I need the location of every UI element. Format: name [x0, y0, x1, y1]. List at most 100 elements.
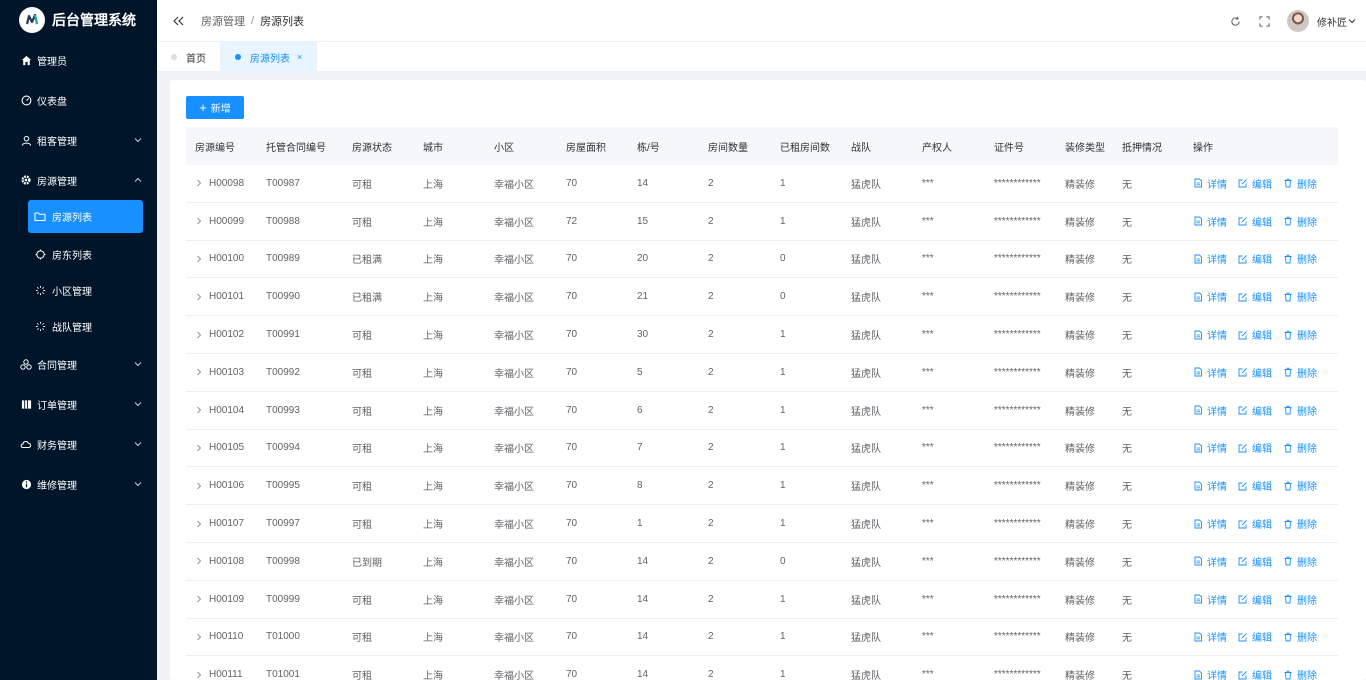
table-row[interactable]: H00099 T00988 可租 上海 幸福小区 72 15 2 1 猛虎队 *** ********…	[186, 203, 1338, 241]
edit-button[interactable]: 编辑	[1238, 289, 1272, 304]
delete-button[interactable]: 删除	[1283, 365, 1317, 380]
edit-button[interactable]: 编辑	[1238, 403, 1272, 418]
detail-button[interactable]: 详情	[1193, 289, 1227, 304]
sidebar-item-admin[interactable]: 管理员	[0, 40, 157, 80]
edit-button[interactable]: 编辑	[1238, 440, 1272, 455]
delete-button[interactable]: 删除	[1283, 667, 1317, 680]
delete-button[interactable]: 删除	[1283, 176, 1317, 191]
edit-button[interactable]: 编辑	[1238, 592, 1272, 607]
avatar[interactable]	[1287, 10, 1309, 32]
table-row[interactable]: H00098 T00987 可租 上海 幸福小区 70 14 2 1 猛虎队 *** ********…	[186, 165, 1338, 203]
sidebar-item-tenants[interactable]: 租客管理	[0, 120, 157, 160]
detail-button[interactable]: 详情	[1193, 214, 1227, 229]
sidebar-item-listings[interactable]: 房源管理	[0, 160, 157, 200]
close-icon[interactable]: ×	[297, 52, 302, 62]
edit-button[interactable]: 编辑	[1238, 478, 1272, 493]
expand-row-icon[interactable]	[195, 633, 203, 641]
table-cell: 精装修	[1065, 293, 1095, 305]
delete-button[interactable]: 删除	[1283, 516, 1317, 531]
table-row[interactable]: H00101 T00990 已租满 上海 幸福小区 70 21 2 0 猛虎队 *** *******…	[186, 278, 1338, 317]
expand-row-icon[interactable]	[195, 482, 203, 490]
table-cell: 无	[1122, 331, 1132, 343]
detail-button[interactable]: 详情	[1193, 440, 1227, 455]
detail-button[interactable]: 详情	[1193, 403, 1227, 418]
table-row[interactable]: H00107 T00997 可租 上海 幸福小区 70 1 2 1 猛虎队 *** *********…	[186, 505, 1338, 543]
delete-button[interactable]: 删除	[1283, 214, 1317, 229]
listing-id: H00102	[209, 329, 245, 341]
detail-button[interactable]: 详情	[1193, 592, 1227, 607]
table-row[interactable]: H00106 T00995 可租 上海 幸福小区 70 8 2 1 猛虎队 *** *********…	[186, 467, 1338, 506]
edit-button[interactable]: 编辑	[1238, 516, 1272, 531]
table-row[interactable]: H00111 T01001 可租 上海 幸福小区 70 14 2 1 猛虎队 *** ********…	[186, 656, 1338, 680]
table-row[interactable]: H00109 T00999 可租 上海 幸福小区 70 14 2 1 猛虎队 *** ********…	[186, 581, 1338, 619]
expand-row-icon[interactable]	[195, 444, 203, 452]
detail-button[interactable]: 详情	[1193, 365, 1227, 380]
detail-button[interactable]: 详情	[1193, 554, 1227, 569]
expand-row-icon[interactable]	[195, 368, 203, 376]
expand-row-icon[interactable]	[195, 293, 203, 301]
edit-button[interactable]: 编辑	[1238, 251, 1272, 266]
table-row[interactable]: H00102 T00991 可租 上海 幸福小区 70 30 2 1 猛虎队 *** ********…	[186, 316, 1338, 354]
edit-button[interactable]: 编辑	[1238, 214, 1272, 229]
sidebar-item-dashboard[interactable]: 仪表盘	[0, 80, 157, 120]
detail-button[interactable]: 详情	[1193, 516, 1227, 531]
sidebar-subitem-landlords[interactable]: 房东列表	[28, 236, 143, 272]
user-name[interactable]: 修补匠	[1317, 14, 1347, 29]
expand-row-icon[interactable]	[195, 331, 203, 339]
sidebar-item-contracts[interactable]: 合同管理	[0, 344, 157, 384]
expand-row-icon[interactable]	[195, 217, 203, 225]
table-cell: 幸福小区	[494, 368, 534, 380]
sidebar-item-finance[interactable]: 财务管理	[0, 424, 157, 464]
expand-row-icon[interactable]	[195, 595, 203, 603]
table-row[interactable]: H00110 T01000 可租 上海 幸福小区 70 14 2 1 猛虎队 *** ********…	[186, 619, 1338, 657]
sidebar-item-label: 合同管理	[37, 360, 77, 372]
delete-button[interactable]: 删除	[1283, 554, 1317, 569]
sidebar-subitem-communities[interactable]: 小区管理	[28, 272, 143, 308]
sidebar-subitem-listing-list[interactable]: 房源列表	[28, 200, 143, 233]
sidebar-subitem-teams[interactable]: 战队管理	[28, 308, 143, 344]
detail-button[interactable]: 详情	[1193, 478, 1227, 493]
expand-row-icon[interactable]	[195, 255, 203, 263]
sidebar-item-maintenance[interactable]: 维修管理	[0, 464, 157, 504]
add-button[interactable]: + 新增	[186, 96, 244, 119]
expand-row-icon[interactable]	[195, 179, 203, 187]
delete-button[interactable]: 删除	[1283, 289, 1317, 304]
edit-button[interactable]: 编辑	[1238, 365, 1272, 380]
expand-row-icon[interactable]	[195, 557, 203, 565]
edit-button[interactable]: 编辑	[1238, 629, 1272, 644]
delete-button[interactable]: 删除	[1283, 327, 1317, 342]
detail-button[interactable]: 详情	[1193, 629, 1227, 644]
expand-row-icon[interactable]	[195, 406, 203, 414]
delete-button[interactable]: 删除	[1283, 629, 1317, 644]
detail-button[interactable]: 详情	[1193, 251, 1227, 266]
expand-row-icon[interactable]	[195, 671, 203, 679]
tab-home[interactable]: 首页	[157, 42, 221, 72]
expand-row-icon[interactable]	[195, 520, 203, 528]
fullscreen-icon[interactable]	[1258, 15, 1270, 27]
edit-button[interactable]: 编辑	[1238, 554, 1272, 569]
detail-button[interactable]: 详情	[1193, 327, 1227, 342]
table-row[interactable]: H00100 T00989 已租满 上海 幸福小区 70 20 2 0 猛虎队 *** *******…	[186, 241, 1338, 279]
delete-button[interactable]: 删除	[1283, 440, 1317, 455]
breadcrumb-item[interactable]: 房源管理	[201, 13, 245, 29]
table-row[interactable]: H00104 T00993 可租 上海 幸福小区 70 6 2 1 猛虎队 *** *********…	[186, 392, 1338, 430]
tab-listing-list[interactable]: 房源列表 ×	[221, 42, 318, 72]
chevron-down-icon[interactable]	[1348, 17, 1356, 25]
sidebar-item-orders[interactable]: 订单管理	[0, 384, 157, 424]
edit-button[interactable]: 编辑	[1238, 176, 1272, 191]
delete-button[interactable]: 删除	[1283, 478, 1317, 493]
delete-button[interactable]: 删除	[1283, 251, 1317, 266]
table-row[interactable]: H00108 T00998 已到期 上海 幸福小区 70 14 2 0 猛虎队 *** *******…	[186, 543, 1338, 581]
edit-button[interactable]: 编辑	[1238, 327, 1272, 342]
table-row[interactable]: H00105 T00994 可租 上海 幸福小区 70 7 2 1 猛虎队 *** *********…	[186, 430, 1338, 468]
edit-button[interactable]: 编辑	[1238, 667, 1272, 680]
collapse-sidebar-icon[interactable]	[172, 14, 186, 28]
table-cell: ************	[994, 669, 1041, 680]
detail-button[interactable]: 详情	[1193, 176, 1227, 191]
delete-button[interactable]: 删除	[1283, 403, 1317, 418]
delete-button[interactable]: 删除	[1283, 592, 1317, 607]
table-cell: 幸福小区	[494, 331, 534, 343]
table-row[interactable]: H00103 T00992 可租 上海 幸福小区 70 5 2 1 猛虎队 *** *********…	[186, 354, 1338, 392]
refresh-icon[interactable]	[1229, 15, 1241, 27]
detail-button[interactable]: 详情	[1193, 667, 1227, 680]
